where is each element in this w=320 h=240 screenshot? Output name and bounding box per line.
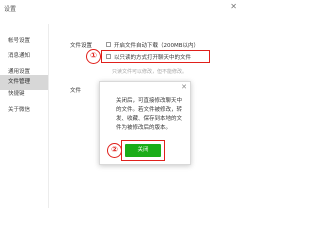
- auto-download-label: 开启文件自动下载（200MB以内）: [114, 43, 200, 49]
- annotation-marker-1: ①: [86, 49, 101, 64]
- sidebar-divider: [48, 24, 49, 208]
- settings-sidebar: 帐号设置 消息通知 通用设置 文件管理 快捷键 关于微信: [0, 24, 48, 208]
- close-icon[interactable]: ✕: [230, 3, 237, 11]
- settings-window: 设置 ✕ 帐号设置 消息通知 通用设置 文件管理 快捷键 关于微信 文件设置 开…: [0, 0, 243, 208]
- window-title: 设置: [4, 6, 17, 13]
- title-bar: 设置 ✕: [0, 0, 243, 18]
- file-label: 文件: [70, 88, 82, 94]
- sidebar-item-account[interactable]: 帐号设置: [0, 34, 48, 49]
- readonly-open-label: 以只读的方式打开聊天中的文件: [114, 55, 192, 61]
- readonly-open-checkbox[interactable]: [106, 54, 111, 59]
- sidebar-item-shortcuts[interactable]: 快捷键: [0, 87, 48, 102]
- dialog-message: 关闭后，可直接修改聊天中的文件。若文件被修改，转发、收藏、保存到本地的文件为被修…: [116, 98, 183, 131]
- sidebar-item-notifications[interactable]: 消息通知: [0, 49, 48, 64]
- file-settings-label: 文件设置: [70, 43, 93, 49]
- readonly-hint-text: 只读文件可以修改，但不能修改。: [112, 69, 188, 75]
- dialog-confirm-button[interactable]: 关闭: [125, 144, 161, 157]
- dialog-close-icon[interactable]: ✕: [181, 83, 187, 91]
- annotation-marker-2: ②: [107, 143, 122, 158]
- auto-download-checkbox[interactable]: [106, 42, 111, 47]
- sidebar-item-about[interactable]: 关于微信: [0, 103, 48, 118]
